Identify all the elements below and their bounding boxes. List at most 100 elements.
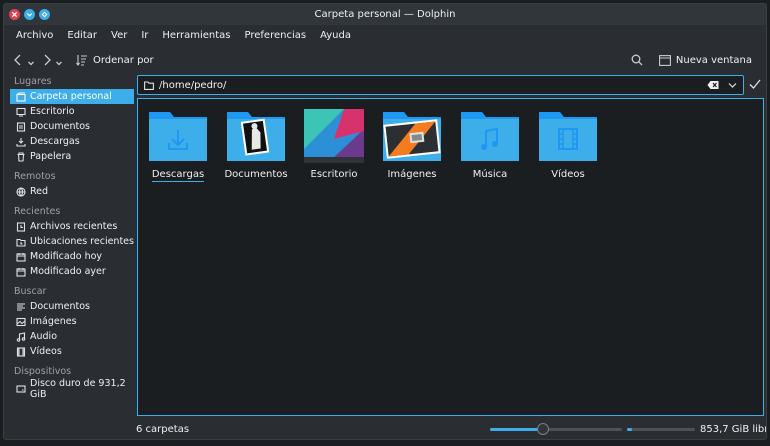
toolbar: Ordenar por Nueva ventana [4, 47, 766, 73]
maximize-window-button[interactable] [39, 9, 50, 20]
place-carpeta-personal[interactable]: Carpeta personal [10, 89, 134, 104]
home-icon [16, 91, 26, 102]
folder-item[interactable]: Vídeos [538, 109, 598, 182]
window-title: Carpeta personal — Dolphin [314, 9, 456, 20]
location-bar[interactable]: /home/pedro/ [137, 75, 744, 95]
sort-icon [76, 55, 87, 66]
search-imagenes[interactable]: Imágenes [10, 314, 134, 329]
status-bar: 6 carpetas 853,7 GiB libre [4, 418, 767, 439]
place-archivos-recientes[interactable]: Archivos recientes [10, 219, 134, 234]
menu-archivo[interactable]: Archivo [9, 25, 60, 47]
folder-item[interactable]: Música [460, 109, 520, 182]
section-recientes: Recientes [14, 206, 61, 217]
back-button[interactable] [10, 49, 26, 71]
menu-bar: Archivo Editar Ver Ir Herramientas Prefe… [4, 25, 766, 47]
clear-location-button[interactable] [707, 80, 719, 93]
place-label: Vídeos [30, 346, 62, 357]
place-label: Ubicaciones recientes [30, 236, 134, 247]
minimize-window-button[interactable] [24, 9, 35, 20]
zoom-slider-handle[interactable] [536, 423, 549, 435]
menu-preferencias[interactable]: Preferencias [238, 25, 314, 47]
place-modificado-hoy[interactable]: Modificado hoy [10, 249, 134, 264]
search-documentos[interactable]: Documentos [10, 299, 134, 314]
folder-item[interactable]: Imágenes [382, 109, 442, 182]
trash-icon [17, 151, 25, 162]
folder-download-icon [149, 112, 207, 161]
maximize-icon [41, 11, 48, 18]
menu-editar[interactable]: Editar [60, 25, 104, 47]
menu-ir[interactable]: Ir [134, 25, 155, 47]
menu-herramientas[interactable]: Herramientas [155, 25, 237, 47]
disk-space-bar[interactable] [627, 428, 695, 431]
new-window-icon [658, 54, 671, 66]
place-documentos[interactable]: Documentos [10, 119, 134, 134]
back-history-button[interactable] [26, 49, 36, 71]
place-modificado-ayer[interactable]: Modificado ayer [10, 264, 134, 279]
section-lugares: Lugares [14, 76, 52, 87]
arrow-left-icon [14, 54, 21, 66]
device-hard-disk[interactable]: Disco duro de 931,2 GiB [10, 378, 134, 400]
network-icon [16, 186, 26, 197]
minimize-icon [26, 13, 33, 17]
new-window-label: Nueva ventana [675, 54, 752, 66]
search-icon [631, 54, 643, 66]
place-label: Red [30, 186, 49, 197]
place-label: Modificado ayer [30, 266, 106, 277]
folder-item[interactable]: Descargas [148, 109, 208, 182]
places-panel: Lugares Carpeta personal Escritorio Docu… [10, 74, 134, 414]
folder-name: Vídeos [551, 169, 585, 180]
place-label: Papelera [30, 151, 72, 162]
folder-pictures-icon [383, 112, 441, 161]
folder-item[interactable]: Escritorio [304, 109, 364, 182]
forward-button[interactable] [40, 49, 54, 71]
search-button[interactable] [629, 49, 645, 71]
recent-places-icon [16, 238, 26, 247]
zoom-slider[interactable] [490, 423, 622, 435]
chevron-down-icon [728, 83, 737, 88]
clear-text-icon [707, 81, 719, 89]
file-view[interactable]: Descargas Documentos Escritorio Imágenes… [137, 98, 764, 416]
place-label: Disco duro de 931,2 GiB [30, 377, 126, 400]
section-buscar: Buscar [14, 286, 47, 297]
chevron-down-icon [28, 61, 34, 66]
download-icon [16, 137, 26, 147]
menu-ayuda[interactable]: Ayuda [313, 25, 358, 47]
forward-history-button[interactable] [54, 49, 64, 71]
recent-files-icon [16, 221, 26, 232]
free-space-label: 853,7 GiB libre [700, 423, 767, 435]
location-history-button[interactable] [728, 80, 737, 93]
location-path[interactable]: /home/pedro/ [159, 80, 226, 91]
new-window-button[interactable]: Nueva ventana [655, 49, 756, 71]
place-label: Audio [30, 331, 58, 342]
place-descargas[interactable]: Descargas [10, 134, 134, 149]
title-bar[interactable]: Carpeta personal — Dolphin [4, 4, 766, 25]
calendar-icon [16, 252, 26, 262]
folder-name: Descargas [151, 169, 205, 182]
documents-icon [17, 302, 25, 311]
close-window-button[interactable] [9, 9, 20, 20]
place-label: Documentos [30, 301, 90, 312]
video-icon [16, 346, 26, 357]
place-label: Escritorio [30, 106, 75, 117]
menu-ver[interactable]: Ver [104, 25, 134, 47]
folder-documents-icon [227, 112, 285, 161]
section-remotos: Remotos [14, 171, 56, 182]
image-icon [16, 317, 26, 326]
place-escritorio[interactable]: Escritorio [10, 104, 134, 119]
confirm-location-button[interactable] [749, 78, 761, 93]
search-videos[interactable]: Vídeos [10, 344, 134, 359]
folder-name: Música [472, 169, 508, 180]
place-label: Imágenes [30, 316, 77, 327]
folder-icon [144, 80, 154, 90]
folder-item[interactable]: Documentos [224, 109, 288, 182]
documents-icon [16, 121, 26, 132]
disk-space-fill [627, 428, 633, 431]
folder-name: Escritorio [310, 169, 358, 180]
place-red[interactable]: Red [10, 184, 134, 199]
close-icon [11, 11, 18, 18]
sort-by-button[interactable]: Ordenar por [72, 49, 158, 71]
checkmark-icon [749, 79, 761, 89]
search-audio[interactable]: Audio [10, 329, 134, 344]
place-ubicaciones-recientes[interactable]: Ubicaciones recientes [10, 234, 134, 249]
place-papelera[interactable]: Papelera [10, 149, 134, 164]
